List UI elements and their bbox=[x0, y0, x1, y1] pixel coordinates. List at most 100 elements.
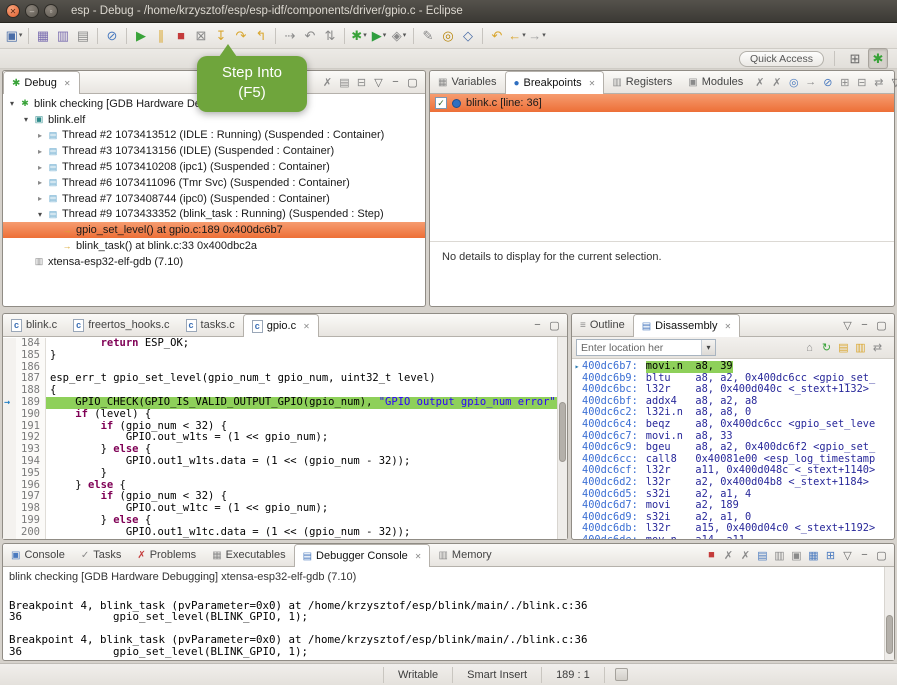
source-editor[interactable]: 184 return ESP_OK; 185 } 186 bbox=[3, 337, 567, 539]
maximize-icon[interactable]: ▢ bbox=[546, 316, 563, 334]
resume-icon[interactable]: ▶ bbox=[131, 25, 151, 46]
close-icon[interactable] bbox=[64, 79, 71, 88]
link-with-debug-icon[interactable]: ⇄ bbox=[870, 73, 887, 91]
expander-icon[interactable] bbox=[6, 99, 18, 108]
debug-tree-row[interactable]: ▤ Thread #5 1073410208 (ipc1) (Suspended… bbox=[3, 159, 425, 175]
close-icon[interactable] bbox=[415, 552, 422, 561]
display-selected-console-icon[interactable]: ▦ bbox=[805, 546, 822, 564]
tab-freertos-hooks-c[interactable]: c freertos_hooks.c bbox=[65, 314, 177, 336]
view-menu-icon[interactable]: ▽ bbox=[887, 73, 897, 91]
last-edit-location-icon[interactable]: ↶ bbox=[487, 25, 507, 46]
remove-launch-icon[interactable]: ✗ bbox=[720, 546, 737, 564]
minimize-icon[interactable]: − bbox=[529, 316, 546, 334]
tab-gpio-c[interactable]: c gpio.c bbox=[243, 314, 319, 337]
tab-breakpoints[interactable]: ● Breakpoints bbox=[505, 71, 605, 94]
chevron-down-icon[interactable] bbox=[701, 340, 715, 355]
new-icon[interactable]: ▣ bbox=[4, 25, 24, 46]
step-filters-icon[interactable]: ⇅ bbox=[320, 25, 340, 46]
search-icon[interactable]: ◎ bbox=[438, 25, 458, 46]
open-perspective-icon[interactable]: ⊞ bbox=[845, 48, 865, 69]
expander-icon[interactable] bbox=[34, 194, 46, 203]
quick-access-button[interactable]: Quick Access bbox=[739, 51, 824, 67]
debug-tree-row[interactable]: → blink_task() at blink.c:33 0x400dbc2a bbox=[3, 238, 425, 254]
maximize-icon[interactable]: ▢ bbox=[404, 73, 421, 91]
run-icon[interactable]: ▶ bbox=[369, 25, 389, 46]
view-menu-icon[interactable]: ▽ bbox=[839, 316, 856, 334]
tab-outline[interactable]: ≡ Outline bbox=[572, 314, 633, 336]
console-scrollbar[interactable] bbox=[884, 567, 894, 660]
home-icon[interactable]: ⌂ bbox=[801, 339, 818, 357]
go-to-file-icon[interactable]: → bbox=[802, 73, 819, 91]
tab-problems[interactable]: ✗ Problems bbox=[129, 544, 204, 566]
tab-variables[interactable]: ▦ Variables bbox=[430, 71, 505, 93]
breakpoint-list-area[interactable] bbox=[430, 112, 894, 242]
step-over-icon[interactable]: ↷ bbox=[231, 25, 251, 46]
expander-icon[interactable] bbox=[34, 147, 46, 156]
open-console-icon[interactable]: ⊞ bbox=[822, 546, 839, 564]
breakpoint-row[interactable]: blink.c [line: 36] bbox=[430, 94, 894, 112]
instruction-stepping-icon[interactable]: ⇢ bbox=[280, 25, 300, 46]
debug-tree-row[interactable]: ▤ Thread #9 1073433352 (blink_task : Run… bbox=[3, 207, 425, 223]
tab-memory[interactable]: ▥ Memory bbox=[430, 544, 499, 566]
pin-console-icon[interactable]: ▣ bbox=[788, 546, 805, 564]
print-icon[interactable]: ▤ bbox=[73, 25, 93, 46]
skip-all-breakpoints-icon[interactable]: ⊘ bbox=[819, 73, 836, 91]
minimize-icon[interactable]: − bbox=[856, 316, 873, 334]
expander-icon[interactable] bbox=[34, 178, 46, 187]
suspend-icon[interactable]: ∥ bbox=[151, 25, 171, 46]
scrollbar-thumb[interactable] bbox=[886, 615, 893, 654]
maximize-icon[interactable]: ▢ bbox=[873, 316, 890, 334]
save-icon[interactable]: ▦ bbox=[33, 25, 53, 46]
expander-icon[interactable] bbox=[34, 131, 46, 140]
skip-breakpoints-icon[interactable]: ⊘ bbox=[102, 25, 122, 46]
console-body[interactable]: blink checking [GDB Hardware Debugging] … bbox=[3, 567, 894, 660]
scroll-lock-icon[interactable]: ▥ bbox=[771, 546, 788, 564]
breakpoint-checkbox[interactable] bbox=[435, 97, 447, 109]
external-tools-icon[interactable]: ◈ bbox=[389, 25, 409, 46]
disconnect-icon[interactable]: ⊠ bbox=[191, 25, 211, 46]
forward-icon[interactable]: → bbox=[527, 25, 547, 46]
minimize-icon[interactable]: − bbox=[387, 73, 404, 91]
remove-all-breakpoints-icon[interactable]: ✗ bbox=[768, 73, 785, 91]
new-wizard-icon[interactable]: ✎ bbox=[418, 25, 438, 46]
window-minimize-button[interactable] bbox=[25, 4, 39, 18]
back-icon[interactable]: ← bbox=[507, 25, 527, 46]
tab-blink-c[interactable]: c blink.c bbox=[3, 314, 65, 336]
editor-scrollbar[interactable] bbox=[557, 337, 567, 539]
debug-tree-row[interactable]: ▥ xtensa-esp32-elf-gdb (7.10) bbox=[3, 254, 425, 270]
tab-tasks[interactable]: ✓ Tasks bbox=[73, 544, 130, 566]
show-source-icon[interactable]: ▤ bbox=[835, 339, 852, 357]
tab-tasks-c[interactable]: c tasks.c bbox=[178, 314, 243, 336]
remove-all-terminated-icon[interactable]: ✗ bbox=[319, 73, 336, 91]
save-all-icon[interactable]: ▥ bbox=[53, 25, 73, 46]
track-expression-icon[interactable]: ⇄ bbox=[869, 339, 886, 357]
view-menu-icon[interactable]: ▽ bbox=[839, 546, 856, 564]
tab-executables[interactable]: ▦ Executables bbox=[204, 544, 293, 566]
expander-icon[interactable] bbox=[34, 210, 46, 219]
maximize-icon[interactable]: ▢ bbox=[873, 546, 890, 564]
tab-debugger-console[interactable]: ▤ Debugger Console bbox=[294, 544, 431, 567]
tab-console[interactable]: ▣ Console bbox=[3, 544, 73, 566]
terminate-icon[interactable]: ■ bbox=[171, 25, 191, 46]
scrollbar-thumb[interactable] bbox=[559, 402, 566, 463]
close-icon[interactable] bbox=[589, 79, 596, 88]
close-icon[interactable] bbox=[725, 322, 732, 331]
debug-tree-row[interactable]: ▤ Thread #3 1073413156 (IDLE) (Suspended… bbox=[3, 143, 425, 159]
step-into-icon[interactable]: ↧ bbox=[211, 25, 231, 46]
remove-breakpoint-icon[interactable]: ✗ bbox=[751, 73, 768, 91]
refresh-icon[interactable]: ↻ bbox=[818, 339, 835, 357]
debug-tree-row[interactable]: ▣ blink.elf bbox=[3, 112, 425, 128]
window-maximize-button[interactable] bbox=[44, 4, 58, 18]
show-supported-breakpoints-icon[interactable]: ◎ bbox=[785, 73, 802, 91]
collapse-all-icon[interactable]: ⊟ bbox=[353, 73, 370, 91]
step-return-icon[interactable]: ↰ bbox=[251, 25, 271, 46]
clear-console-icon[interactable]: ▤ bbox=[754, 546, 771, 564]
debug-tree-row[interactable]: ▤ Thread #7 1073408744 (ipc0) (Suspended… bbox=[3, 191, 425, 207]
disassembly-listing[interactable]: 400dc6b7: movi.n a8, 39 400dc6b9: bltu a… bbox=[572, 359, 894, 539]
view-layout-icon[interactable]: ▤ bbox=[336, 73, 353, 91]
debug-perspective-icon[interactable]: ✱ bbox=[868, 48, 888, 69]
expander-icon[interactable] bbox=[34, 163, 46, 172]
expander-icon[interactable] bbox=[20, 115, 32, 124]
tab-registers[interactable]: ▥ Registers bbox=[604, 71, 680, 93]
tab-modules[interactable]: ▣ Modules bbox=[680, 71, 751, 93]
